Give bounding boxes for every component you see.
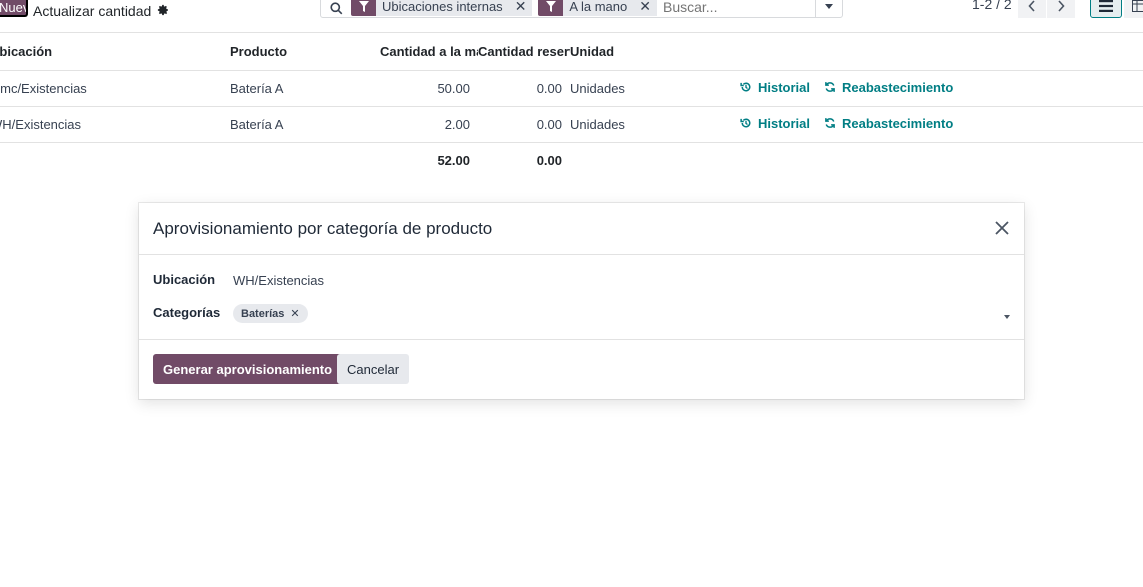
cancel-button[interactable]: Cancelar	[337, 354, 410, 384]
dialog-header: Aprovisionamiento por categoría de produ…	[139, 203, 1024, 255]
generate-replenishment-button[interactable]: Generar aprovisionamiento	[153, 354, 343, 384]
remove-tag-icon[interactable]: ✕	[290, 307, 299, 320]
category-tag-label: Baterías	[241, 307, 285, 320]
replenishment-dialog: Aprovisionamiento por categoría de produ…	[139, 203, 1024, 399]
dialog-body: Ubicación WH/Existencias Categorías Bate…	[139, 255, 1024, 340]
location-field[interactable]: WH/Existencias	[233, 273, 324, 288]
dialog-title: Aprovisionamiento por categoría de produ…	[153, 219, 493, 238]
category-tag: Baterías ✕	[233, 304, 308, 323]
close-icon[interactable]	[992, 218, 1012, 238]
categories-label: Categorías	[153, 305, 221, 320]
dialog-footer: Generar aprovisionamiento Cancelar	[139, 340, 1024, 398]
location-label: Ubicación	[153, 272, 216, 287]
categories-dropdown-icon[interactable]	[1004, 315, 1010, 319]
